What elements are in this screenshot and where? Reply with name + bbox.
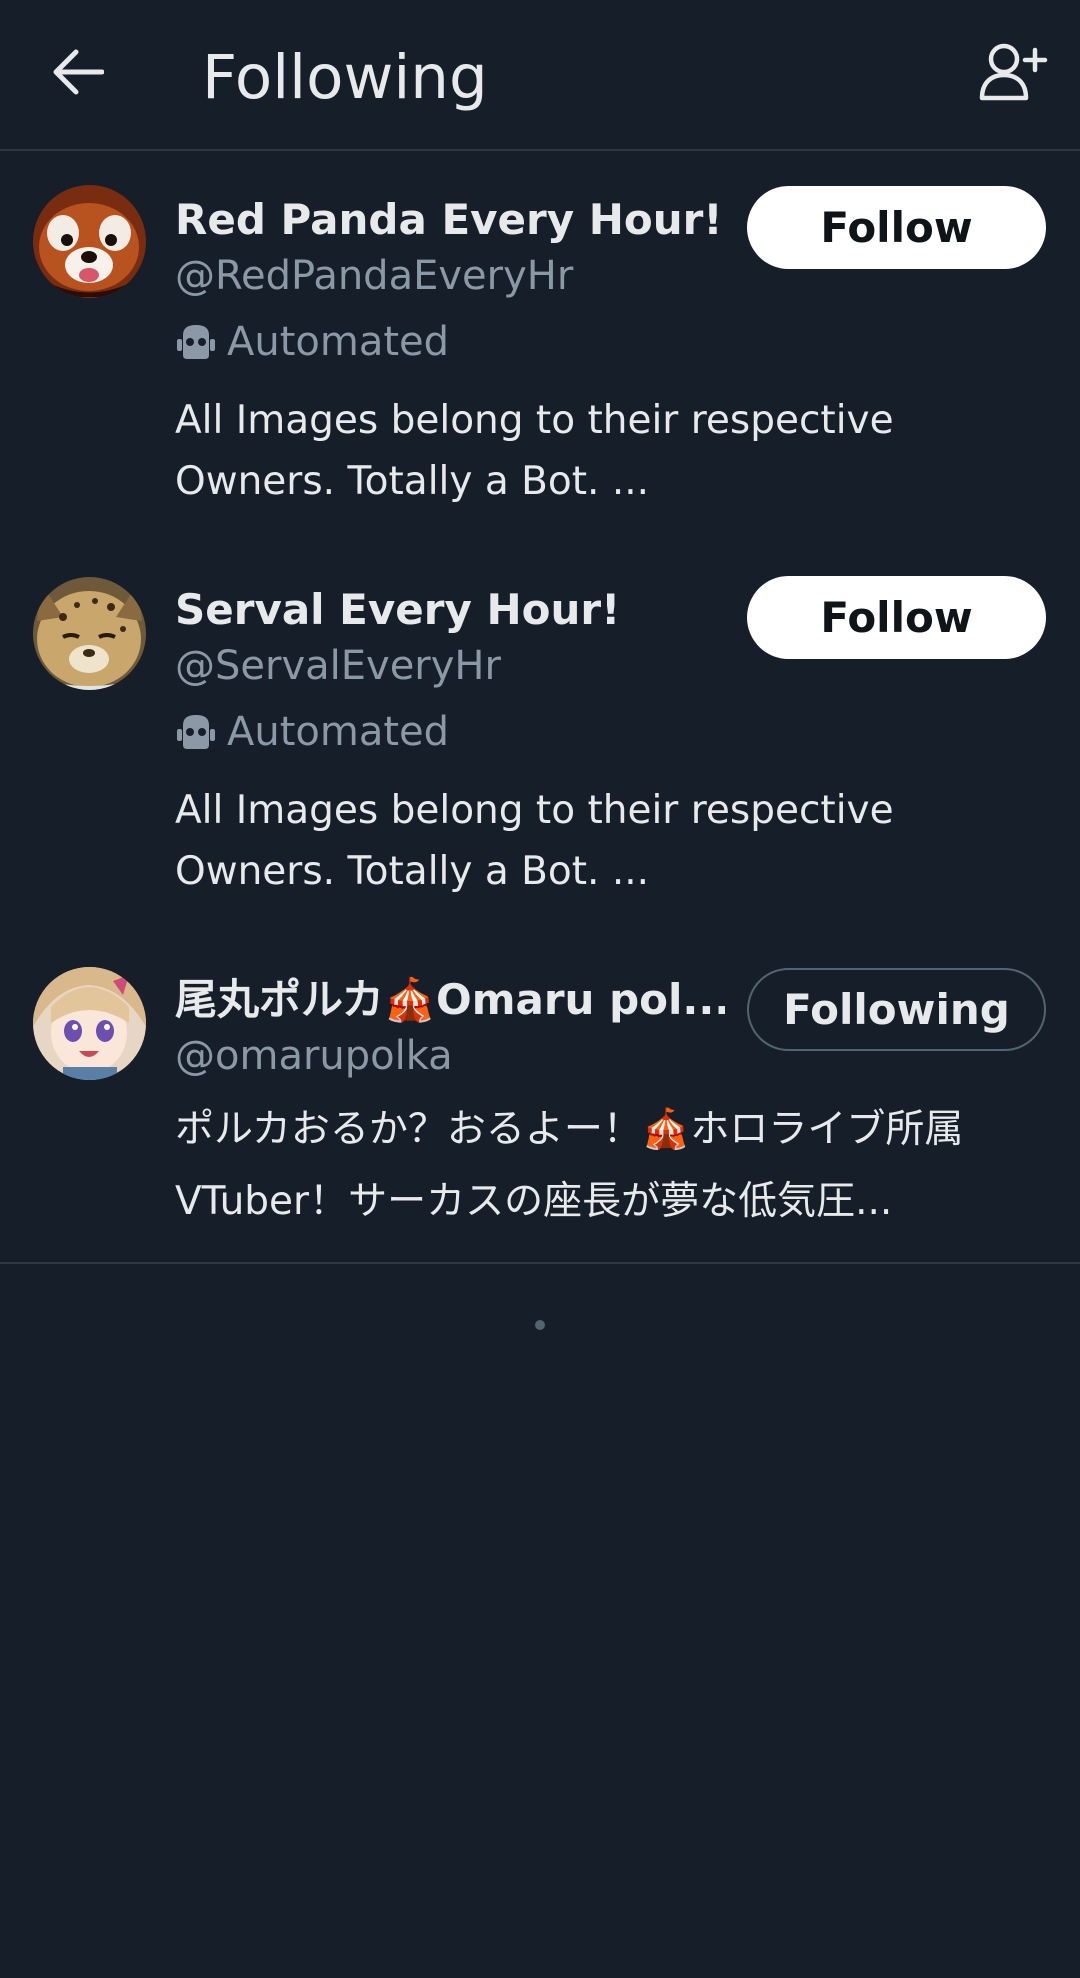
list-item[interactable]: Serval Every Hour! @ServalEveryHr Automa…	[0, 570, 1080, 930]
divider	[0, 1262, 1080, 1264]
page-title: Following	[202, 42, 488, 113]
robot-icon	[177, 715, 215, 749]
add-user-button[interactable]	[976, 36, 1050, 108]
list-item[interactable]: Red Panda Every Hour! @RedPandaEveryHr A…	[0, 180, 1080, 540]
user-name[interactable]: 尾丸ポルカ🎪Omaru pol...	[175, 974, 725, 1026]
list-item[interactable]: 尾丸ポルカ🎪Omaru pol... @omarupolka ポルカおるか？おる…	[0, 960, 1080, 1260]
user-handle[interactable]: @RedPandaEveryHr	[175, 250, 573, 302]
follow-button[interactable]: Follow	[747, 186, 1046, 269]
user-bio: All Images belong to their respective Ow…	[175, 788, 894, 894]
user-handle[interactable]: @ServalEveryHr	[175, 640, 501, 692]
automated-badge: Automated	[175, 316, 449, 368]
follow-button[interactable]: Follow	[747, 576, 1046, 659]
person-add-icon	[979, 43, 1048, 101]
following-button[interactable]: Following	[747, 968, 1046, 1051]
automated-label: Automated	[227, 709, 450, 755]
user-bio: All Images belong to their respective Ow…	[175, 398, 894, 504]
avatar[interactable]	[33, 185, 146, 298]
user-name[interactable]: Red Panda Every Hour!	[175, 194, 722, 246]
arrow-left-icon	[53, 49, 104, 95]
avatar[interactable]	[33, 577, 146, 690]
automated-label: Automated	[227, 319, 450, 365]
user-name[interactable]: Serval Every Hour!	[175, 584, 620, 636]
robot-icon	[177, 325, 215, 359]
avatar[interactable]	[33, 967, 146, 1080]
user-handle[interactable]: @omarupolka	[175, 1030, 453, 1082]
automated-badge: Automated	[175, 706, 449, 758]
loading-indicator	[535, 1320, 545, 1330]
top-app-bar: Following	[0, 0, 1080, 151]
user-bio: ポルカおるか？おるよー！🎪ホロライブ所属VTuber！サーカスの座長が夢な低気圧…	[175, 1107, 964, 1224]
back-button[interactable]	[46, 40, 110, 104]
